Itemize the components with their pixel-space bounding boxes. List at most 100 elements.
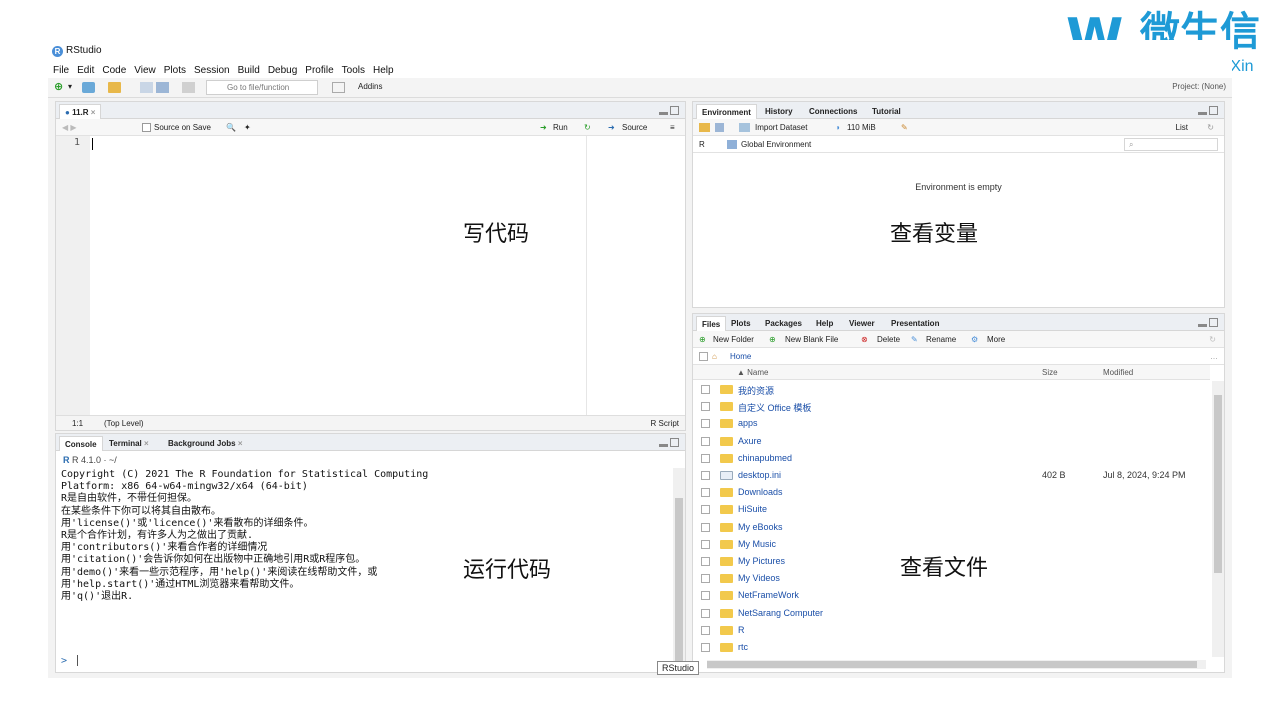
project-selector[interactable]: Project: (None): [1172, 82, 1226, 91]
file-name[interactable]: R: [738, 625, 745, 635]
row-checkbox[interactable]: [701, 436, 710, 446]
file-row[interactable]: apps: [693, 415, 1210, 432]
print-icon[interactable]: [182, 82, 195, 93]
row-checkbox[interactable]: [701, 574, 710, 584]
rename-button[interactable]: Rename: [926, 335, 956, 344]
save-all-icon[interactable]: [156, 82, 169, 93]
list-view-selector[interactable]: List: [1176, 123, 1188, 132]
memory-usage[interactable]: 110 MiB: [847, 123, 876, 132]
source-on-save-checkbox[interactable]: [142, 123, 151, 132]
new-file-icon[interactable]: ⊕: [54, 82, 67, 93]
file-name[interactable]: apps: [738, 418, 758, 428]
back-forward-icon[interactable]: ◀ ▶: [62, 123, 77, 132]
pane-window-controls[interactable]: [659, 106, 679, 116]
row-checkbox[interactable]: [701, 625, 710, 635]
console-prompt[interactable]: >: [61, 655, 79, 667]
file-name[interactable]: Axure: [738, 436, 762, 446]
file-row[interactable]: R: [693, 622, 1210, 639]
tab-terminal[interactable]: Terminal ×: [104, 436, 154, 451]
tab-editor-file[interactable]: ● 11.R ×: [59, 104, 102, 119]
file-name[interactable]: desktop.ini: [738, 470, 781, 480]
close-icon[interactable]: ×: [91, 108, 96, 117]
column-name[interactable]: ▲ Name: [737, 368, 768, 377]
file-row[interactable]: HiSuite: [693, 501, 1210, 518]
file-name[interactable]: chinapubmed: [738, 453, 792, 463]
file-row[interactable]: 我的资源: [693, 381, 1210, 398]
file-name[interactable]: 我的资源: [738, 384, 774, 397]
tab-console[interactable]: Console: [59, 436, 103, 451]
scrollbar-thumb[interactable]: [707, 661, 1197, 668]
new-project-icon[interactable]: [82, 82, 95, 93]
tab-presentation[interactable]: Presentation: [886, 316, 944, 331]
import-dataset-button[interactable]: Import Dataset: [755, 123, 807, 132]
broom-icon[interactable]: ✎: [901, 123, 908, 132]
pane-window-controls[interactable]: [659, 438, 679, 448]
scrollbar-thumb[interactable]: [675, 498, 683, 666]
menu-code[interactable]: Code: [102, 65, 126, 76]
menu-profile[interactable]: Profile: [305, 65, 333, 76]
file-name[interactable]: NetSarang Computer: [738, 608, 823, 618]
menu-help[interactable]: Help: [373, 65, 394, 76]
menu-debug[interactable]: Debug: [268, 65, 297, 76]
tab-plots[interactable]: Plots: [726, 316, 756, 331]
search-icon[interactable]: 🔍: [226, 123, 236, 132]
open-file-icon[interactable]: [108, 82, 121, 93]
file-row[interactable]: 自定义 Office 模板: [693, 398, 1210, 415]
tab-background-jobs[interactable]: Background Jobs ×: [163, 436, 247, 451]
goto-file-input[interactable]: Go to file/function: [206, 80, 318, 95]
refresh-icon[interactable]: ↻: [1207, 123, 1214, 132]
breadcrumb-home[interactable]: Home: [730, 352, 751, 361]
save-icon[interactable]: [140, 82, 153, 93]
file-name[interactable]: My eBooks: [738, 522, 783, 532]
wand-icon[interactable]: ✦: [244, 123, 251, 132]
pane-window-controls[interactable]: [1198, 318, 1218, 328]
file-row[interactable]: Sunlogin Files: [693, 656, 1210, 657]
file-name[interactable]: My Music: [738, 539, 776, 549]
menu-session[interactable]: Session: [194, 65, 230, 76]
file-name[interactable]: HiSuite: [738, 504, 767, 514]
tab-environment[interactable]: Environment: [696, 104, 757, 119]
file-name[interactable]: 自定义 Office 模板: [738, 401, 811, 414]
column-size[interactable]: Size: [1042, 368, 1058, 377]
column-modified[interactable]: Modified: [1103, 368, 1133, 377]
row-checkbox[interactable]: [701, 557, 710, 566]
file-row[interactable]: rtc: [693, 639, 1210, 656]
file-row[interactable]: NetSarang Computer: [693, 605, 1210, 622]
row-checkbox[interactable]: [701, 419, 710, 429]
delete-button[interactable]: Delete: [877, 335, 900, 344]
file-type-selector[interactable]: R Script: [651, 419, 679, 428]
open-icon[interactable]: [699, 123, 710, 132]
row-checkbox[interactable]: [701, 505, 710, 515]
row-checkbox[interactable]: [701, 522, 710, 532]
more-path-icon[interactable]: …: [1210, 352, 1218, 361]
save-icon[interactable]: [715, 123, 724, 132]
files-scrollbar-vertical[interactable]: [1212, 381, 1224, 657]
file-row[interactable]: desktop.ini 402 B Jul 8, 2024, 9:24 PM: [693, 467, 1210, 484]
menu-build[interactable]: Build: [238, 65, 260, 76]
grid-layout-icon[interactable]: [332, 82, 345, 93]
tab-connections[interactable]: Connections: [804, 104, 862, 119]
menu-file[interactable]: File: [53, 65, 69, 76]
new-blank-file-button[interactable]: New Blank File: [785, 335, 838, 344]
file-row[interactable]: NetFrameWork: [693, 587, 1210, 604]
scrollbar-thumb[interactable]: [1214, 395, 1222, 573]
menu-tools[interactable]: Tools: [342, 65, 365, 76]
code-editor-area[interactable]: [90, 136, 686, 415]
tab-tutorial[interactable]: Tutorial: [867, 104, 906, 119]
outline-icon[interactable]: ≡: [670, 123, 675, 132]
file-row[interactable]: My eBooks: [693, 519, 1210, 536]
file-row[interactable]: Downloads: [693, 484, 1210, 501]
refresh-icon[interactable]: ↻: [1209, 335, 1216, 344]
row-checkbox[interactable]: [701, 643, 710, 652]
scope-selector[interactable]: Global Environment: [741, 140, 811, 149]
row-checkbox[interactable]: [701, 471, 710, 480]
row-checkbox[interactable]: [701, 385, 710, 394]
addins-button[interactable]: Addins: [358, 82, 382, 91]
run-button[interactable]: Run: [553, 123, 568, 132]
rerun-icon[interactable]: ↻: [584, 123, 591, 132]
file-row[interactable]: chinapubmed: [693, 450, 1210, 467]
console-scrollbar[interactable]: [673, 468, 685, 672]
file-name[interactable]: My Videos: [738, 573, 780, 583]
pane-window-controls[interactable]: [1198, 106, 1218, 116]
more-button[interactable]: More: [987, 335, 1005, 344]
